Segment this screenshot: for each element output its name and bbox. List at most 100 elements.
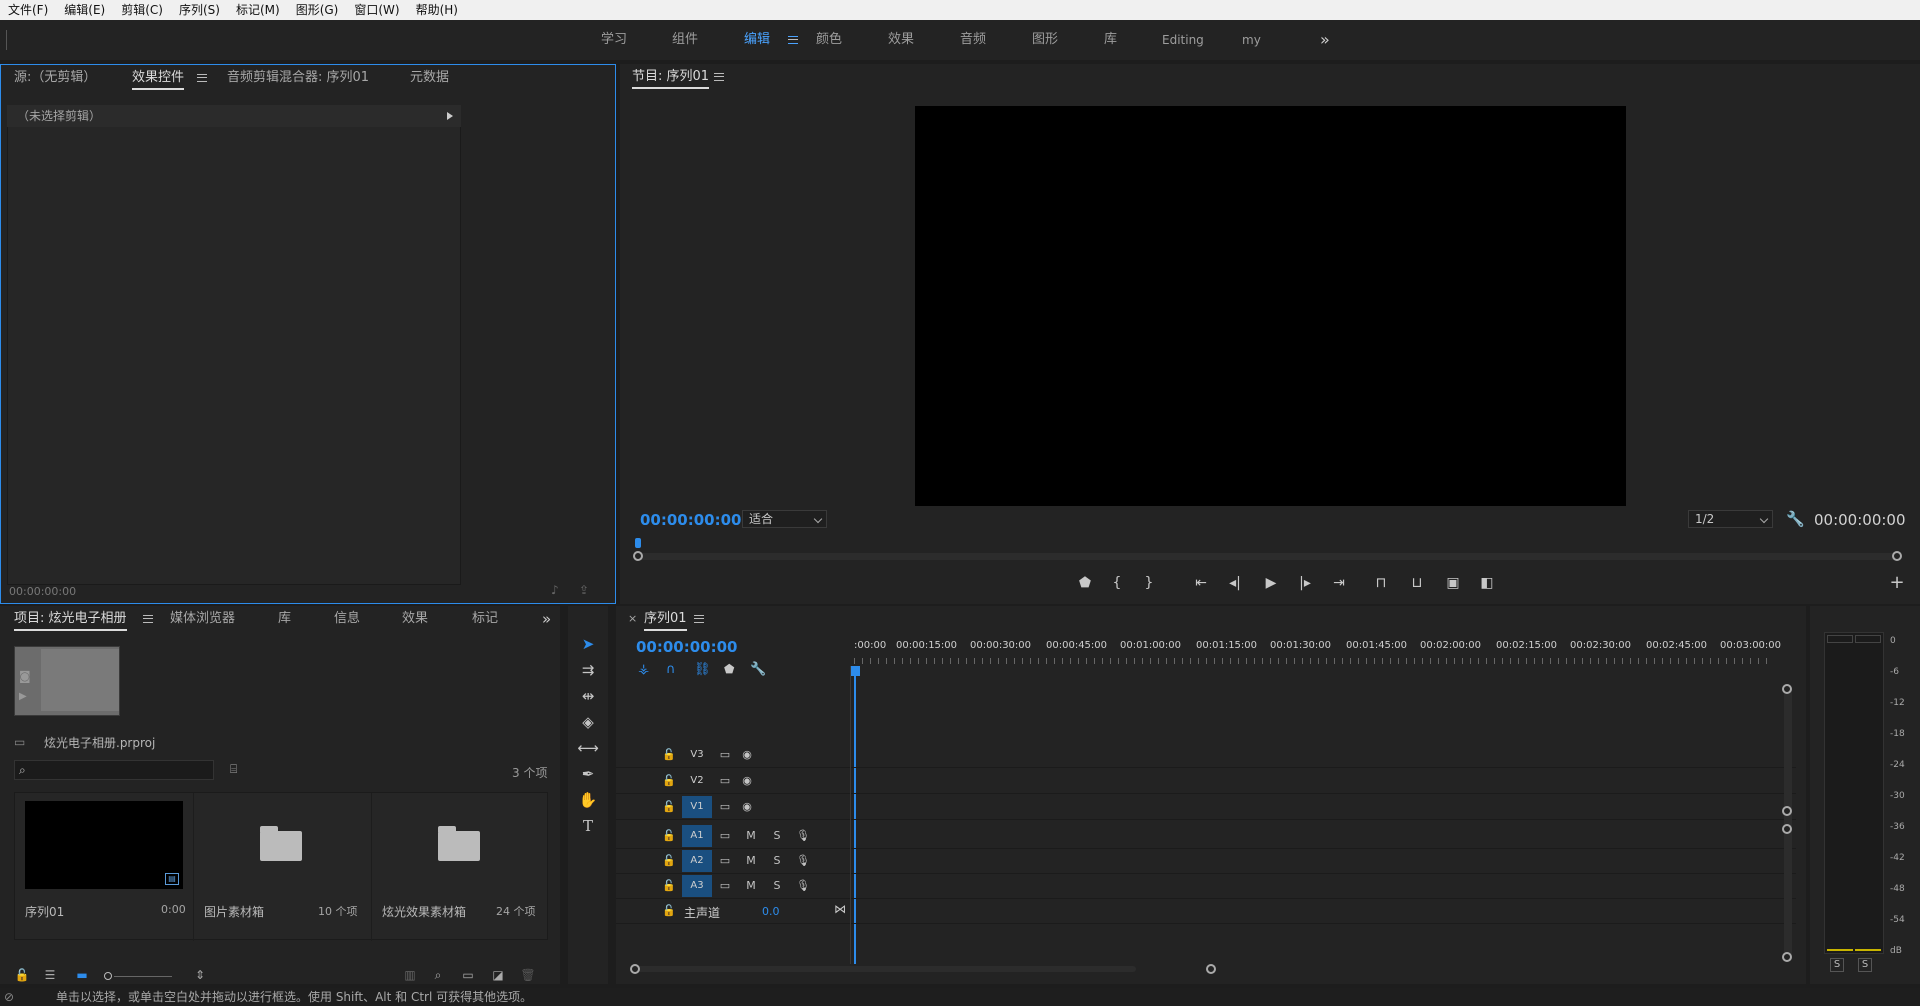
tab-media-browser[interactable]: 媒体浏览器 xyxy=(170,606,235,632)
project-item-bin-effects[interactable]: 炫光效果素材箱 24 个项 xyxy=(371,793,549,941)
track-master[interactable]: 🔓 主声道 0.0 ⋈ xyxy=(616,900,1796,924)
workspace-custom-my[interactable]: my xyxy=(1242,20,1261,60)
add-marker-icon[interactable]: ⬟ xyxy=(1074,574,1096,592)
lock-track-icon[interactable]: 🔓 xyxy=(662,875,676,897)
track-v3-label[interactable]: V3 xyxy=(682,744,712,766)
track-v1[interactable]: 🔓 V1 ▭ ◉ xyxy=(616,796,1796,820)
icon-view-icon[interactable]: ▬ xyxy=(74,968,90,982)
menu-edit[interactable]: 编辑(E) xyxy=(56,0,113,20)
lock-track-icon[interactable]: 🔓 xyxy=(662,825,676,847)
razor-tool-icon[interactable]: ◈ xyxy=(576,710,600,734)
workspace-libraries[interactable]: 库 xyxy=(1104,20,1117,60)
sort-icons-icon[interactable]: ⇕ xyxy=(192,968,208,982)
tab-libraries[interactable]: 库 xyxy=(278,606,291,632)
eye-icon[interactable]: ◉ xyxy=(740,796,754,818)
tab-markers[interactable]: 标记 xyxy=(472,606,498,632)
menu-marker[interactable]: 标记(M) xyxy=(228,0,288,20)
hscroll-right-handle[interactable] xyxy=(1206,964,1216,974)
workspace-editing[interactable]: 编辑 xyxy=(744,20,770,60)
vscroll-top-handle[interactable] xyxy=(1782,684,1792,694)
solo-button[interactable]: S xyxy=(770,875,784,897)
lock-track-icon[interactable]: 🔓 xyxy=(662,744,676,766)
snap-icon[interactable]: ∩ xyxy=(666,662,676,677)
zoom-slider-track[interactable] xyxy=(114,976,172,977)
export-frame-icon[interactable]: ▣ xyxy=(1442,574,1464,592)
new-item-icon[interactable]: ◪ xyxy=(490,968,506,982)
track-v2[interactable]: 🔓 V2 ▭ ◉ xyxy=(616,770,1796,794)
list-view-icon[interactable]: ☰ xyxy=(42,968,58,982)
vscroll-bottom-handle[interactable] xyxy=(1782,952,1792,962)
track-a2[interactable]: 🔓 A2 ▭ M S 🎙 xyxy=(616,850,1796,874)
project-tab-menu-icon[interactable] xyxy=(137,606,153,632)
solo-left-button[interactable]: S xyxy=(1830,958,1844,972)
menu-help[interactable]: 帮助(H) xyxy=(408,0,466,20)
workspace-editing-menu-icon[interactable] xyxy=(782,20,798,60)
sync-lock-icon[interactable]: ▭ xyxy=(718,825,732,847)
mark-in-icon[interactable]: { xyxy=(1106,574,1128,592)
eye-icon[interactable]: ◉ xyxy=(740,744,754,766)
program-playhead-timecode[interactable]: 00:00:00:00 xyxy=(640,511,742,529)
tab-info[interactable]: 信息 xyxy=(334,606,360,632)
zoom-slider-handle[interactable] xyxy=(104,972,112,980)
tab-project[interactable]: 项目: 炫光电子相册 xyxy=(14,606,127,632)
lock-icon[interactable]: 🔓 xyxy=(14,968,30,982)
step-forward-icon[interactable]: |▸ xyxy=(1294,574,1316,592)
filter-audio-icon[interactable]: ♪ xyxy=(551,583,559,597)
solo-button[interactable]: S xyxy=(770,825,784,847)
go-to-in-icon[interactable]: ⇤ xyxy=(1190,574,1212,592)
close-tab-icon[interactable]: × xyxy=(628,606,637,632)
track-select-tool-icon[interactable]: ⇉ xyxy=(576,658,600,682)
extract-icon[interactable]: ⊔ xyxy=(1406,574,1428,592)
track-v2-label[interactable]: V2 xyxy=(682,770,712,792)
slip-tool-icon[interactable]: ⟷ xyxy=(576,736,600,760)
linked-selection-icon[interactable]: ⛓ xyxy=(694,662,711,677)
play-preview-icon[interactable]: ▶ xyxy=(19,691,27,702)
lock-track-icon[interactable]: 🔓 xyxy=(662,900,676,922)
hscroll-left-handle[interactable] xyxy=(630,964,640,974)
lock-track-icon[interactable]: 🔓 xyxy=(662,770,676,792)
program-scrubber-track[interactable] xyxy=(638,553,1900,560)
tab-program[interactable]: 节目: 序列01 xyxy=(632,64,710,90)
project-item-sequence[interactable]: ▤ 序列01 0:00 xyxy=(15,793,193,941)
solo-button[interactable]: S xyxy=(770,850,784,872)
timeline-ruler[interactable]: :00:00 00:00:15:00 00:00:30:00 00:00:45:… xyxy=(854,640,1781,668)
timeline-playhead-timecode[interactable]: 00:00:00:00 xyxy=(636,638,738,656)
type-tool-icon[interactable]: T xyxy=(576,814,600,838)
button-editor-plus-icon[interactable]: + xyxy=(1886,574,1908,592)
mark-out-icon[interactable]: } xyxy=(1138,574,1160,592)
sync-lock-icon[interactable]: ▭ xyxy=(718,850,732,872)
solo-right-button[interactable]: S xyxy=(1858,958,1872,972)
mute-button[interactable]: M xyxy=(744,825,758,847)
scrubber-end-handle[interactable] xyxy=(1892,551,1902,561)
zoom-select[interactable]: 适合 xyxy=(742,510,827,528)
program-playhead[interactable] xyxy=(635,538,641,548)
pen-tool-icon[interactable]: ✒ xyxy=(576,762,600,786)
tab-effect-controls[interactable]: 效果控件 xyxy=(132,65,185,91)
nest-toggle-icon[interactable]: ⚶ xyxy=(638,662,649,677)
track-a1-label[interactable]: A1 xyxy=(682,825,712,847)
project-overflow-icon[interactable]: » xyxy=(542,606,551,632)
program-tab-menu-icon[interactable] xyxy=(708,64,724,90)
track-a2-label[interactable]: A2 xyxy=(682,850,712,872)
project-search-input[interactable]: ⌕ xyxy=(14,760,214,780)
workspace-overflow-icon[interactable]: » xyxy=(1320,20,1330,60)
menu-clip[interactable]: 剪辑(C) xyxy=(113,0,171,20)
expand-arrow-icon[interactable] xyxy=(447,112,453,120)
microphone-icon[interactable]: 🎙 xyxy=(796,825,810,847)
timeline-vscroll[interactable] xyxy=(1784,688,1792,958)
microphone-icon[interactable]: 🎙 xyxy=(796,850,810,872)
menu-window[interactable]: 窗口(W) xyxy=(346,0,407,20)
clear-trash-icon[interactable]: 🗑 xyxy=(520,968,536,982)
track-a1[interactable]: 🔓 A1 ▭ M S 🎙 xyxy=(616,825,1796,849)
find-footer-icon[interactable]: ⌕ xyxy=(430,968,446,982)
mute-button[interactable]: M xyxy=(744,850,758,872)
go-to-out-icon[interactable]: ⇥ xyxy=(1328,574,1350,592)
export-clip-icon[interactable]: ⇪ xyxy=(579,583,589,597)
ripple-edit-tool-icon[interactable]: ⇹ xyxy=(576,684,600,708)
vscroll-video-handle[interactable] xyxy=(1782,806,1792,816)
master-volume-value[interactable]: 0.0 xyxy=(762,905,780,918)
workspace-custom-editing[interactable]: Editing xyxy=(1162,20,1204,60)
timeline-tab-menu-icon[interactable] xyxy=(688,606,704,632)
timeline-settings-icon[interactable]: 🔧 xyxy=(750,662,766,677)
tab-effects[interactable]: 效果 xyxy=(402,606,428,632)
